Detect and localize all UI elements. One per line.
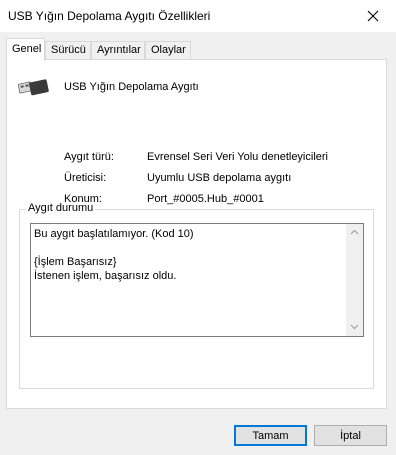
- device-name: USB Yığın Depolama Aygıtı: [64, 81, 199, 93]
- location-value: Port_#0005.Hub_#0001: [147, 193, 264, 205]
- device-status-title: Aygıt durumu: [26, 202, 96, 214]
- window-title: USB Yığın Depolama Aygıtı Özellikleri: [8, 9, 211, 23]
- status-scrollbar[interactable]: [346, 224, 363, 336]
- scroll-down-icon[interactable]: [350, 324, 359, 330]
- dialog-body: Genel Sürücü Ayrıntılar Olaylar USB Yığı…: [0, 32, 396, 455]
- manufacturer-label: Üreticisi:: [64, 172, 107, 184]
- tab-genel[interactable]: Genel: [6, 38, 45, 61]
- general-tab-panel: USB Yığın Depolama Aygıtı Aygıt türü: Ev…: [6, 59, 387, 409]
- manufacturer-value: Uyumlu USB depolama aygıtı: [147, 172, 292, 184]
- scroll-up-icon[interactable]: [350, 229, 359, 235]
- device-status-text: Bu aygıt başlatılamıyor. (Kod 10) {İşlem…: [34, 228, 194, 282]
- ok-button[interactable]: Tamam: [234, 425, 307, 446]
- close-button[interactable]: [350, 0, 396, 32]
- tab-surucu[interactable]: Sürücü: [45, 41, 91, 59]
- device-type-value: Evrensel Seri Veri Yolu denetleyicileri: [147, 151, 328, 163]
- tab-ayrintilar[interactable]: Ayrıntılar: [91, 41, 145, 59]
- device-status-group: Aygıt durumu Bu aygıt başlatılamıyor. (K…: [19, 202, 374, 389]
- title-bar: USB Yığın Depolama Aygıtı Özellikleri: [0, 0, 396, 32]
- device-status-textbox[interactable]: Bu aygıt başlatılamıyor. (Kod 10) {İşlem…: [30, 223, 364, 337]
- tab-olaylar[interactable]: Olaylar: [145, 41, 191, 59]
- close-icon: [367, 10, 379, 22]
- usb-connector-icon: [18, 79, 49, 96]
- cancel-button[interactable]: İptal: [314, 425, 387, 446]
- device-type-label: Aygıt türü:: [64, 151, 114, 163]
